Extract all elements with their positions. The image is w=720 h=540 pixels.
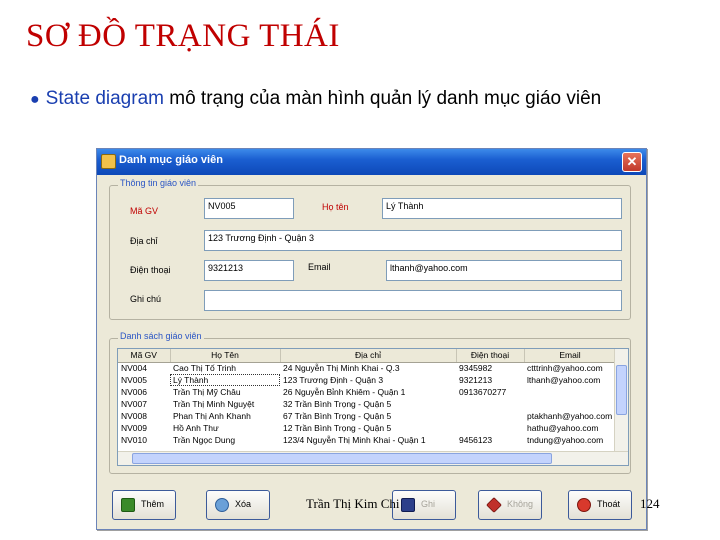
ghi-chu-input[interactable] xyxy=(204,290,622,311)
dien-thoai-label: Điện thoại xyxy=(130,265,171,275)
dia-chi-input[interactable]: 123 Trương Định - Quận 3 xyxy=(204,230,622,251)
cell-ho-ten: Trần Thị Minh Nguyệt xyxy=(173,399,255,409)
cell-dia-chi: 123/4 Nguyễn Thị Minh Khai - Quận 1 xyxy=(283,435,426,445)
cell-ma-gv: NV009 xyxy=(121,423,147,433)
bullet-dot-icon: ● xyxy=(30,91,40,108)
page-number: 124 xyxy=(640,496,660,511)
them-button[interactable]: Thêm xyxy=(112,490,176,520)
cell-email: lthanh@yahoo.com xyxy=(527,375,601,385)
ghi-button-label: Ghi xyxy=(421,499,436,509)
table-row[interactable]: NV005 Lý Thành 123 Trương Định - Quận 3 … xyxy=(118,374,616,386)
khong-button-label: Không xyxy=(507,499,534,509)
table-row[interactable]: NV004 Cao Thị Tố Trinh 24 Nguyễn Thị Min… xyxy=(118,362,616,374)
cell-email: ctttrinh@yahoo.com xyxy=(527,363,603,374)
horizontal-scroll-thumb[interactable] xyxy=(132,453,552,464)
table-horizontal-scrollbar[interactable] xyxy=(118,451,628,465)
cell-ho-ten: Trần Ngọc Dung xyxy=(173,435,236,445)
app-icon xyxy=(101,154,116,169)
dia-chi-label: Địa chỉ xyxy=(130,236,158,246)
khong-button[interactable]: Không xyxy=(478,490,542,520)
cell-ma-gv: NV006 xyxy=(121,387,147,397)
cell-ho-ten: Hồ Anh Thư xyxy=(173,423,219,433)
cell-email: ptakhanh@yahoo.com xyxy=(527,411,613,421)
teacher-table[interactable]: Mã GV Họ Tên Địa chỉ Điện thoại Email NV… xyxy=(117,348,629,466)
ma-gv-input[interactable]: NV005 xyxy=(204,198,294,219)
cell-dien-thoai xyxy=(456,410,524,422)
xoa-button-label: Xóa xyxy=(235,499,252,509)
thoat-button[interactable]: Thoát xyxy=(568,490,632,520)
bullet-text: mô trạng của màn hình quản lý danh mục g… xyxy=(163,88,602,109)
table-row[interactable]: NV010 Trần Ngọc Dung 123/4 Nguyễn Thị Mi… xyxy=(118,434,616,446)
cell-ho-ten: Lý Thành xyxy=(170,374,280,386)
table-row[interactable]: NV009 Hồ Anh Thư 12 Trần Bình Trọng - Qu… xyxy=(118,422,616,434)
window-titlebar[interactable]: Danh mục giáo viên ✕ xyxy=(97,149,646,175)
vertical-scroll-thumb[interactable] xyxy=(616,365,627,415)
xoa-button[interactable]: Xóa xyxy=(206,490,270,520)
cell-ho-ten: Trần Thị Mỹ Châu xyxy=(173,387,241,397)
dien-thoai-input[interactable]: 9321213 xyxy=(204,260,294,281)
cell-dia-chi: 67 Trần Bình Trọng - Quận 5 xyxy=(283,411,392,421)
ho-ten-label: Họ tên xyxy=(322,202,349,212)
col-header-dien-thoai[interactable]: Điện thoại xyxy=(456,349,525,363)
add-icon xyxy=(121,498,135,512)
close-button[interactable]: ✕ xyxy=(622,152,642,172)
cell-ho-ten: Cao Thị Tố Trinh xyxy=(173,363,236,374)
table-row[interactable]: NV007 Trần Thị Minh Nguyệt 32 Trần Bình … xyxy=(118,398,616,410)
table-row[interactable]: NV008 Phan Thị Anh Khanh 67 Trần Bình Tr… xyxy=(118,410,616,422)
teacher-list-group-title: Danh sách giáo viên xyxy=(118,331,204,341)
cell-dia-chi: 26 Nguyễn Bỉnh Khiêm - Quận 1 xyxy=(283,387,406,397)
email-input[interactable]: lthanh@yahoo.com xyxy=(386,260,622,281)
email-label: Email xyxy=(308,262,331,272)
cell-email: hathu@yahoo.com xyxy=(527,423,599,433)
exit-icon xyxy=(577,498,591,512)
cell-dia-chi: 24 Nguyễn Thị Minh Khai - Q.3 xyxy=(283,363,400,374)
ghi-button[interactable]: Ghi xyxy=(392,490,456,520)
cell-ma-gv: NV010 xyxy=(121,435,147,445)
cell-dien-thoai: 9456123 xyxy=(459,435,493,445)
ho-ten-input[interactable]: Lý Thành xyxy=(382,198,622,219)
them-button-label: Thêm xyxy=(141,499,165,509)
slide-bullet: ● State diagram mô trạng của màn hình quả… xyxy=(30,84,710,115)
slide-title: SƠ ĐỒ TRẠNG THÁI xyxy=(26,18,340,54)
col-header-ma-gv[interactable]: Mã GV xyxy=(118,349,171,363)
cell-email xyxy=(524,386,616,398)
col-header-dia-chi[interactable]: Địa chỉ xyxy=(280,349,457,363)
bullet-highlight: State diagram xyxy=(45,88,164,109)
window-title: Danh mục giáo viên xyxy=(119,154,223,166)
cell-ma-gv: NV008 xyxy=(121,411,147,421)
cell-dien-thoai: 9321213 xyxy=(459,375,493,385)
cell-email xyxy=(524,398,616,410)
cell-ma-gv: NV004 xyxy=(121,363,147,374)
ma-gv-label: Mã GV xyxy=(130,206,159,216)
table-row[interactable]: NV006 Trần Thị Mỹ Châu 26 Nguyễn Bỉnh Kh… xyxy=(118,386,616,398)
teacher-info-group-title: Thông tin giáo viên xyxy=(118,178,199,188)
table-vertical-scrollbar[interactable] xyxy=(614,349,628,452)
cell-dia-chi: 32 Trần Bình Trọng - Quận 5 xyxy=(283,399,392,409)
ghi-chu-label: Ghi chú xyxy=(130,294,162,304)
table-header-row: Mã GV Họ Tên Địa chỉ Điện thoại Email xyxy=(118,349,617,363)
teacher-table-grid: Mã GV Họ Tên Địa chỉ Điện thoại Email NV… xyxy=(118,349,617,446)
cell-ma-gv: NV007 xyxy=(121,399,147,409)
cancel-x-icon xyxy=(486,497,502,513)
thoat-button-label: Thoát xyxy=(597,499,621,509)
cell-dien-thoai xyxy=(456,422,524,434)
delete-icon xyxy=(215,498,229,512)
cell-dien-thoai xyxy=(456,398,524,410)
cell-dia-chi: 123 Trương Định - Quận 3 xyxy=(283,375,384,385)
cell-email: tndung@yahoo.com xyxy=(527,435,604,445)
save-icon xyxy=(401,498,415,512)
col-header-ho-ten[interactable]: Họ Tên xyxy=(170,349,281,363)
cell-dien-thoai: 9345982 xyxy=(459,363,493,374)
cell-dien-thoai: 0913670277 xyxy=(459,387,507,397)
footer-author: Trần Thị Kim Chi xyxy=(306,496,400,511)
cell-ma-gv: NV005 xyxy=(121,375,147,385)
col-header-email[interactable]: Email xyxy=(524,349,617,363)
cell-ho-ten: Phan Thị Anh Khanh xyxy=(173,411,251,421)
cell-dia-chi: 12 Trần Bình Trọng - Quận 5 xyxy=(283,423,392,433)
